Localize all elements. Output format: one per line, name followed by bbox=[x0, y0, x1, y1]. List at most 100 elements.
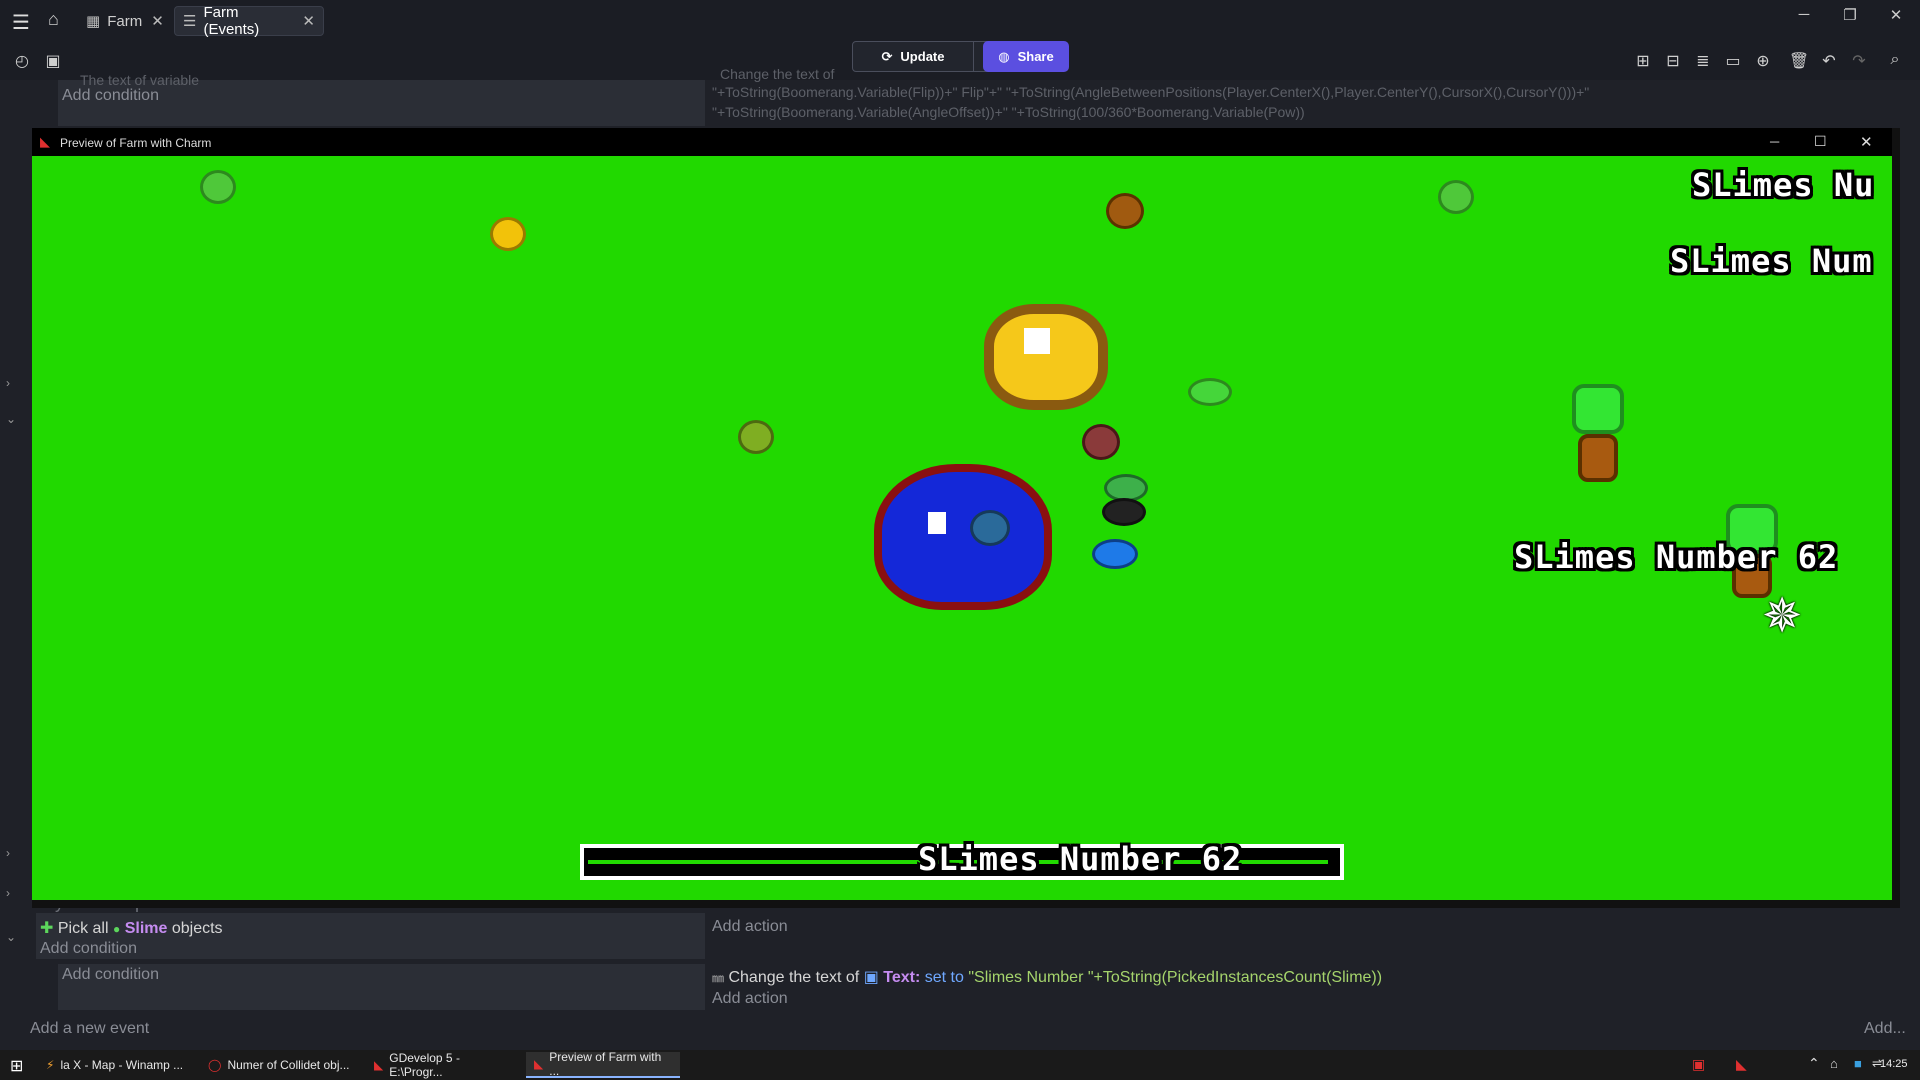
taskbar: ⊞ ⚡ la X - Map - Winamp ... ◯ Numer of C… bbox=[0, 1050, 1920, 1080]
tray-gdevelop-icon[interactable]: ◣ bbox=[1736, 1056, 1747, 1073]
slime-icon: ● bbox=[113, 922, 121, 936]
text-object-icon: ▣ bbox=[863, 969, 879, 986]
close-icon[interactable]: ✕ bbox=[302, 12, 315, 30]
add-action-link[interactable]: Add action bbox=[712, 990, 788, 1008]
gdevelop-icon: ◣ bbox=[374, 1058, 384, 1072]
task-label: Preview of Farm with ... bbox=[549, 1050, 662, 1078]
add-other-icon[interactable]: ≣ bbox=[1692, 51, 1714, 71]
preview-border bbox=[32, 900, 1900, 908]
clock[interactable]: 14:25 bbox=[1880, 1058, 1908, 1070]
text-action-icon: ㎜ bbox=[712, 971, 725, 985]
slime-olive bbox=[738, 420, 774, 454]
slime-green bbox=[1188, 378, 1232, 406]
maximize-icon[interactable]: ☐ bbox=[1814, 133, 1827, 150]
close-window-icon[interactable]: ✕ bbox=[1876, 6, 1916, 24]
windows-start-icon[interactable]: ⊞ bbox=[10, 1056, 23, 1076]
scene-icon: ▦ bbox=[86, 13, 101, 30]
search-icon[interactable]: ⌕ bbox=[1884, 51, 1906, 69]
update-label: Update bbox=[900, 49, 945, 64]
slimes-count-text: SLimes Number 62 bbox=[1514, 538, 1839, 576]
undo-icon[interactable]: ↶ bbox=[1818, 51, 1840, 71]
add-condition-link[interactable]: Add condition bbox=[62, 87, 159, 105]
comment-icon[interactable]: ▭ bbox=[1722, 51, 1744, 71]
winamp-icon: ⚡ bbox=[46, 1058, 55, 1072]
gdevelop-icon: ◣ bbox=[534, 1057, 544, 1071]
slime-yellow bbox=[490, 217, 526, 251]
slime-gold-large bbox=[984, 304, 1108, 410]
operator: set to bbox=[924, 969, 964, 986]
boomerang bbox=[970, 510, 1010, 546]
slime-maroon bbox=[1082, 424, 1120, 460]
tab-farm[interactable]: ▦ Farm ✕ bbox=[78, 6, 170, 36]
delete-icon[interactable]: 🗑 bbox=[1788, 51, 1810, 71]
slimes-count-text: SLimes Nu bbox=[1692, 166, 1875, 204]
preview-border bbox=[1892, 128, 1900, 908]
redo-icon[interactable]: ↷ bbox=[1848, 51, 1870, 71]
taskbar-item-gdevelop[interactable]: ◣ GDevelop 5 - E:\Progr... bbox=[366, 1051, 524, 1079]
add-action-link[interactable]: Add action bbox=[712, 918, 788, 936]
player-character bbox=[874, 464, 1052, 610]
slime-blue bbox=[1092, 539, 1138, 569]
action-change-text[interactable]: ㎜ Change the text of ▣ Text: set to "Sli… bbox=[712, 967, 1382, 987]
refresh-icon: ⟳ bbox=[881, 48, 893, 64]
task-label: Numer of Collidet obj... bbox=[227, 1058, 350, 1072]
player-highlight bbox=[928, 512, 946, 534]
tab-label: Farm (Events) bbox=[203, 4, 260, 38]
faded-action-line: "+ToString(Boomerang.Variable(Flip))+" F… bbox=[712, 84, 1590, 100]
tray-app-icon[interactable]: ▣ bbox=[1692, 1056, 1705, 1073]
chevron-right-icon[interactable]: › bbox=[6, 376, 10, 390]
share-button[interactable]: ◍ Share bbox=[983, 41, 1069, 72]
condition-pick-all[interactable]: ✚ Pick all ● Slime objects bbox=[40, 918, 223, 938]
globe-icon: ◍ bbox=[998, 48, 1010, 64]
condition-text: objects bbox=[171, 920, 223, 937]
plus-icon: ✚ bbox=[40, 920, 54, 937]
add-icon[interactable]: ⊕ bbox=[1752, 51, 1774, 71]
slimes-count-text: SLimes Number 62 bbox=[918, 840, 1243, 878]
save-icon[interactable]: ▣ bbox=[42, 51, 64, 71]
update-button[interactable]: ⟳ Update bbox=[852, 41, 974, 72]
slime-dark bbox=[1102, 498, 1146, 526]
chevron-right-icon[interactable]: › bbox=[6, 886, 10, 900]
taskbar-item-browser[interactable]: ◯ Numer of Collidet obj... bbox=[200, 1052, 364, 1078]
slime-green bbox=[1438, 180, 1474, 214]
game-canvas[interactable]: ✵ SLimes Nu SLimes Num SLimes Number 62 … bbox=[32, 156, 1892, 900]
events-icon: ☰ bbox=[183, 13, 197, 30]
crosshair-cursor-icon: ✵ bbox=[1762, 590, 1803, 643]
faded-action-line: "+ToString(Boomerang.Variable(AngleOffse… bbox=[712, 104, 1305, 120]
tray-network-icon[interactable]: ⌂ bbox=[1830, 1056, 1838, 1071]
add-event-icon[interactable]: ⊞ bbox=[1632, 51, 1654, 71]
tray-expand-icon[interactable]: ⌃ bbox=[1808, 1055, 1820, 1072]
restore-icon[interactable]: ❐ bbox=[1830, 6, 1870, 24]
add-condition-link[interactable]: Add condition bbox=[62, 966, 159, 984]
gdevelop-logo-icon: ◣ bbox=[40, 134, 50, 149]
slimes-count-text: SLimes Num bbox=[1670, 242, 1873, 280]
object-name: Text: bbox=[883, 969, 921, 986]
add-subevent-icon[interactable]: ⊟ bbox=[1662, 51, 1684, 71]
add-new-event-link[interactable]: Add a new event bbox=[30, 1020, 149, 1038]
tab-farm-events[interactable]: ☰ Farm (Events) ✕ bbox=[174, 4, 324, 38]
chevron-right-icon[interactable]: › bbox=[6, 846, 10, 860]
history-icon[interactable]: ◴ bbox=[11, 51, 33, 71]
chevron-down-icon[interactable]: ⌄ bbox=[6, 930, 16, 944]
add-more-link[interactable]: Add... bbox=[1864, 1020, 1906, 1038]
taskbar-item-preview[interactable]: ◣ Preview of Farm with ... bbox=[526, 1050, 680, 1078]
faded-action-line: Change the text of bbox=[720, 66, 835, 82]
tray-app-blue-icon[interactable]: ■ bbox=[1854, 1056, 1862, 1071]
add-condition-link[interactable]: Add condition bbox=[40, 940, 137, 958]
preview-title: Preview of Farm with Charm bbox=[60, 136, 212, 150]
minimize-icon[interactable]: ─ bbox=[1770, 134, 1779, 149]
task-label: GDevelop 5 - E:\Progr... bbox=[389, 1051, 460, 1079]
tab-label: Farm bbox=[107, 12, 143, 30]
faded-condition: The text of variable bbox=[80, 72, 200, 88]
task-label: la X - Map - Winamp ... bbox=[60, 1058, 184, 1072]
taskbar-item-winamp[interactable]: ⚡ la X - Map - Winamp ... bbox=[38, 1052, 198, 1078]
slime-brown bbox=[1106, 193, 1144, 229]
close-icon[interactable]: ✕ bbox=[151, 12, 164, 30]
chevron-down-icon[interactable]: ⌄ bbox=[6, 412, 16, 426]
tab-bar: ☰ ⌂ ▦ Farm ✕ ☰ Farm (Events) ✕ ─ ❐ ✕ bbox=[0, 0, 1920, 42]
menu-icon[interactable]: ☰ bbox=[12, 10, 30, 35]
home-icon[interactable]: ⌂ bbox=[48, 9, 59, 30]
tree bbox=[1572, 384, 1624, 482]
minimize-icon[interactable]: ─ bbox=[1784, 6, 1824, 23]
close-icon[interactable]: ✕ bbox=[1860, 133, 1873, 151]
